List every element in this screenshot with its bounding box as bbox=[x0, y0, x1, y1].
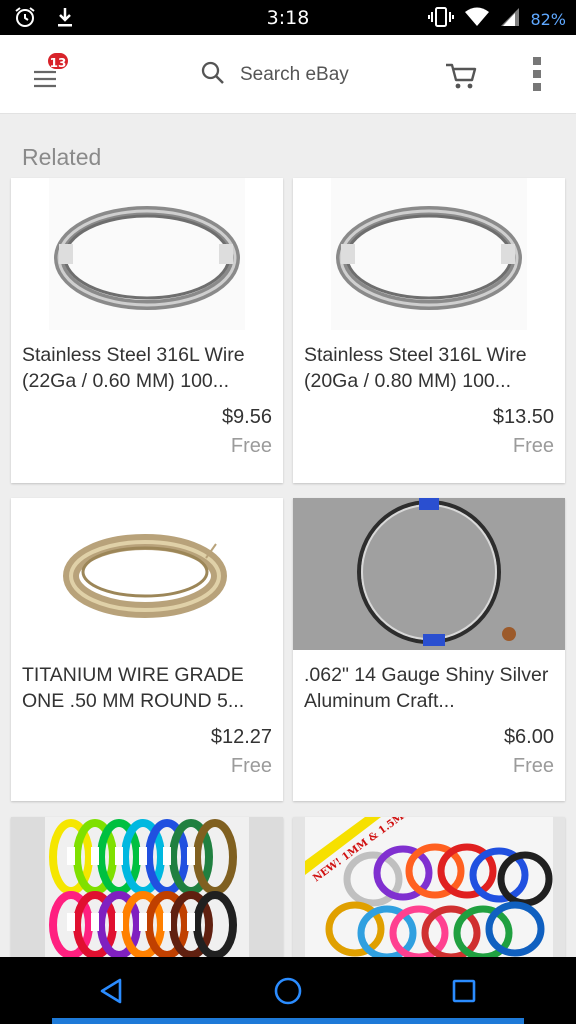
recents-square-icon bbox=[448, 979, 480, 1011]
search-placeholder: Search eBay bbox=[240, 64, 349, 85]
back-triangle-icon bbox=[96, 978, 128, 1011]
battery-percentage: 82% bbox=[530, 9, 566, 29]
search-icon bbox=[200, 60, 226, 90]
more-vert-icon bbox=[526, 57, 550, 99]
item-image bbox=[11, 498, 283, 650]
item-image bbox=[11, 817, 283, 957]
wifi-icon bbox=[464, 7, 490, 31]
item-title: Stainless Steel 316L Wire (20Ga / 0.80 M… bbox=[304, 344, 527, 392]
status-bar: 3:18 82% bbox=[0, 0, 576, 35]
item-image bbox=[11, 178, 283, 330]
notification-badge: 13 bbox=[46, 51, 70, 71]
cart-icon bbox=[444, 63, 478, 95]
item-image bbox=[293, 178, 565, 330]
app-bar: 13 Search eBay bbox=[0, 35, 576, 114]
item-shipping: Free bbox=[512, 755, 554, 777]
back-button[interactable] bbox=[96, 975, 128, 1007]
item-shipping: Free bbox=[230, 755, 272, 777]
vibrate-icon bbox=[428, 6, 455, 32]
home-button[interactable] bbox=[272, 975, 304, 1007]
item-title: TITANIUM WIRE GRADE ONE .50 MM ROUND 5..… bbox=[22, 664, 245, 712]
item-shipping: Free bbox=[512, 435, 554, 457]
item-shipping: Free bbox=[230, 435, 272, 457]
item-card[interactable] bbox=[11, 817, 283, 957]
item-card[interactable]: Stainless Steel 316L Wire (20Ga / 0.80 M… bbox=[293, 178, 565, 483]
item-title: Stainless Steel 316L Wire (22Ga / 0.60 M… bbox=[22, 344, 245, 392]
item-card[interactable]: NEW! 1MM & 1.5MM bbox=[293, 817, 565, 957]
item-card[interactable]: TITANIUM WIRE GRADE ONE .50 MM ROUND 5..… bbox=[11, 498, 283, 801]
item-title: .062" 14 Gauge Shiny Silver Aluminum Cra… bbox=[304, 664, 549, 712]
recents-button[interactable] bbox=[448, 975, 480, 1007]
item-price: $13.50 bbox=[492, 406, 554, 428]
home-circle-icon bbox=[272, 977, 304, 1011]
item-card[interactable]: .062" 14 Gauge Shiny Silver Aluminum Cra… bbox=[293, 498, 565, 801]
search-bar[interactable]: Search eBay bbox=[200, 57, 400, 93]
more-options-button[interactable] bbox=[526, 55, 550, 95]
section-title: Related bbox=[22, 144, 102, 170]
item-price: $6.00 bbox=[503, 726, 554, 748]
item-price: $9.56 bbox=[221, 406, 272, 428]
progress-indicator bbox=[52, 1018, 524, 1024]
cell-signal-icon bbox=[500, 7, 520, 31]
item-image bbox=[293, 498, 565, 650]
item-price: $12.27 bbox=[210, 726, 272, 748]
item-image: NEW! 1MM & 1.5MM bbox=[293, 817, 565, 957]
navigation-bar bbox=[0, 957, 576, 1024]
item-card[interactable]: Stainless Steel 316L Wire (22Ga / 0.60 M… bbox=[11, 178, 283, 483]
cart-button[interactable] bbox=[444, 61, 478, 91]
